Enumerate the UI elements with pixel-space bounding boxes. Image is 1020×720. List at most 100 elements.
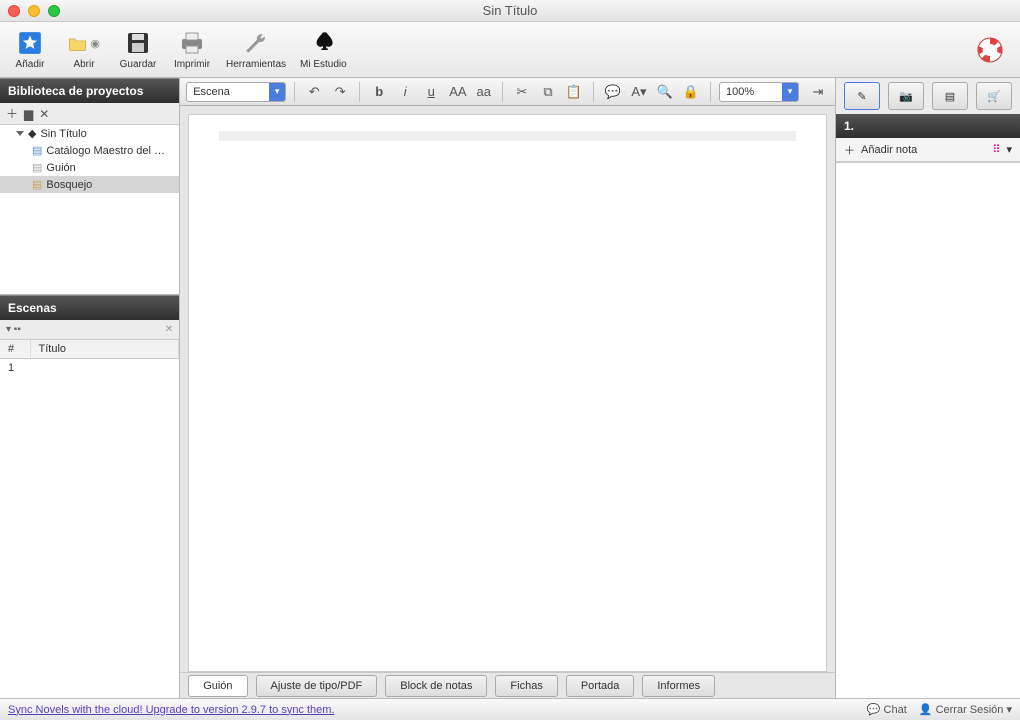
folder-icon[interactable]: ▆ [24, 107, 33, 121]
plus-icon: ＋ [844, 142, 855, 158]
redo-button[interactable]: ↷ [329, 82, 351, 102]
comment-button[interactable]: 💬 [602, 82, 624, 102]
zoom-dropdown[interactable]: 100% ▾ [719, 82, 799, 102]
main-toolbar: Añadir ◉ Abrir Guardar Imprimir Herramie… [0, 22, 1020, 78]
sync-link[interactable]: Sync Novels with the cloud! Upgrade to v… [8, 704, 335, 716]
tree-root-label: Sin Título [40, 128, 86, 140]
save-button[interactable]: Guardar [118, 29, 158, 70]
scene-num: 1 [0, 359, 30, 378]
cut-button[interactable]: ✂ [511, 82, 533, 102]
studio-button[interactable]: Mi Estudio [300, 29, 347, 70]
statusbar: Sync Novels with the cloud! Upgrade to v… [0, 698, 1020, 720]
scenes-panel-title: Escenas [0, 295, 179, 320]
pen-icon: ✎ [857, 90, 866, 103]
right-panel-tools: ✎ 📷 ▤ 🛒 [836, 78, 1020, 114]
pen-tool[interactable]: ✎ [844, 82, 880, 110]
studio-label: Mi Estudio [300, 59, 347, 70]
font-icon: A▾ [631, 84, 646, 100]
library-panel-title: Biblioteca de proyectos [0, 78, 179, 103]
italic-button[interactable]: i [394, 82, 416, 102]
tab-notes[interactable]: Block de notas [385, 675, 487, 697]
format-toolbar: Escena ▾ ↶ ↷ b i u AA aa ✂ ⧉ 📋 💬 A▾ 🔍 🔒 [180, 78, 835, 106]
scenes-col-num[interactable]: # [0, 340, 30, 359]
library-tools: ＋ ▆ ✕ [0, 103, 179, 125]
chat-icon: 💬 [867, 704, 881, 716]
grid-icon[interactable]: ⠿ [992, 143, 1000, 156]
element-type-dropdown[interactable]: Escena ▾ [186, 82, 286, 102]
chat-button[interactable]: 💬 Chat [867, 703, 907, 716]
page-icon: ▤ [32, 161, 42, 174]
copy-icon: ⧉ [543, 84, 552, 100]
print-label: Imprimir [174, 59, 210, 70]
scenes-close-icon[interactable]: ✕ [165, 324, 173, 335]
add-button[interactable]: Añadir [10, 29, 50, 70]
diamond-icon: ◆ [28, 127, 36, 140]
tools-button[interactable]: Herramientas [226, 29, 286, 70]
lifebuoy-icon [974, 36, 1006, 64]
copy-button[interactable]: ⧉ [537, 82, 559, 102]
search-button[interactable]: 🔍 [654, 82, 676, 102]
cart-icon: 🛒 [987, 90, 1001, 103]
add-label: Añadir [16, 59, 45, 70]
star-icon [14, 29, 46, 57]
list-icon: ▤ [945, 90, 955, 103]
spade-icon [307, 29, 339, 57]
project-tree[interactable]: ◆ Sin Título ▤ Catálogo Maestro del … ▤ … [0, 125, 179, 295]
chevron-updown-icon: ▾ [269, 83, 285, 101]
tab-cards[interactable]: Fichas [495, 675, 557, 697]
zoom-label: 100% [720, 86, 760, 98]
tab-cover[interactable]: Portada [566, 675, 635, 697]
add-project-icon[interactable]: ＋ [6, 105, 18, 122]
search-icon: 🔍 [657, 84, 673, 100]
camera-icon: 📷 [899, 90, 913, 103]
bottom-tabs: Guión Ajuste de tipo/PDF Block de notas … [180, 672, 835, 698]
underline-button[interactable]: u [420, 82, 442, 102]
page-icon: ▤ [32, 178, 42, 191]
paste-button[interactable]: 📋 [563, 82, 585, 102]
scenes-col-title[interactable]: Título [30, 340, 179, 359]
tab-script[interactable]: Guión [188, 675, 247, 697]
printer-icon [176, 29, 208, 57]
lock-button[interactable]: 🔒 [680, 82, 702, 102]
tab-reports[interactable]: Informes [642, 675, 715, 697]
window-title: Sin Título [0, 3, 1020, 18]
chevron-down-icon [16, 131, 24, 136]
tree-item-catalog[interactable]: ▤ Catálogo Maestro del … [0, 142, 179, 159]
collapse-panel-button[interactable]: ⇥ [807, 82, 829, 102]
scenes-menu-icon[interactable]: ▾ ▪▪ [6, 324, 21, 335]
wrench-icon [240, 29, 272, 57]
logout-button[interactable]: 👤 Cerrar Sesión ▾ [919, 703, 1012, 716]
tree-item-script[interactable]: ▤ Guión [0, 159, 179, 176]
font-button[interactable]: A▾ [628, 82, 650, 102]
add-note-row[interactable]: ＋ Añadir nota ⠿ ▾ [836, 138, 1020, 162]
tree-root[interactable]: ◆ Sin Título [0, 125, 179, 142]
tools-label: Herramientas [226, 59, 286, 70]
document-canvas[interactable] [188, 114, 827, 672]
tree-item-label: Guión [46, 162, 75, 174]
scene-title [30, 359, 179, 378]
sidebar: Biblioteca de proyectos ＋ ▆ ✕ ◆ Sin Títu… [0, 78, 180, 698]
scissors-icon: ✂ [517, 84, 528, 100]
chevron-down-icon[interactable]: ▾ [1006, 143, 1012, 156]
uppercase-button[interactable]: AA [446, 82, 469, 102]
undo-button[interactable]: ↶ [303, 82, 325, 102]
bold-button[interactable]: b [368, 82, 390, 102]
camera-tool[interactable]: 📷 [888, 82, 924, 110]
open-button[interactable]: ◉ Abrir [64, 29, 104, 70]
print-button[interactable]: Imprimir [172, 29, 212, 70]
clipboard-icon: 📋 [566, 84, 582, 100]
chevron-updown-icon: ▾ [782, 83, 798, 101]
notes-body[interactable] [836, 162, 1020, 698]
scenes-list[interactable]: # Título 1 [0, 340, 179, 698]
help-button[interactable] [970, 36, 1010, 64]
lowercase-button[interactable]: aa [474, 82, 494, 102]
floppy-icon [122, 29, 154, 57]
delete-icon[interactable]: ✕ [39, 107, 49, 121]
list-tool[interactable]: ▤ [932, 82, 968, 110]
tree-item-label: Catálogo Maestro del … [46, 145, 165, 157]
scene-row[interactable]: 1 [0, 359, 179, 378]
cart-tool[interactable]: 🛒 [976, 82, 1012, 110]
tree-item-outline[interactable]: ▤ Bosquejo [0, 176, 179, 193]
tab-typeset[interactable]: Ajuste de tipo/PDF [256, 675, 378, 697]
tree-item-label: Bosquejo [46, 179, 92, 191]
